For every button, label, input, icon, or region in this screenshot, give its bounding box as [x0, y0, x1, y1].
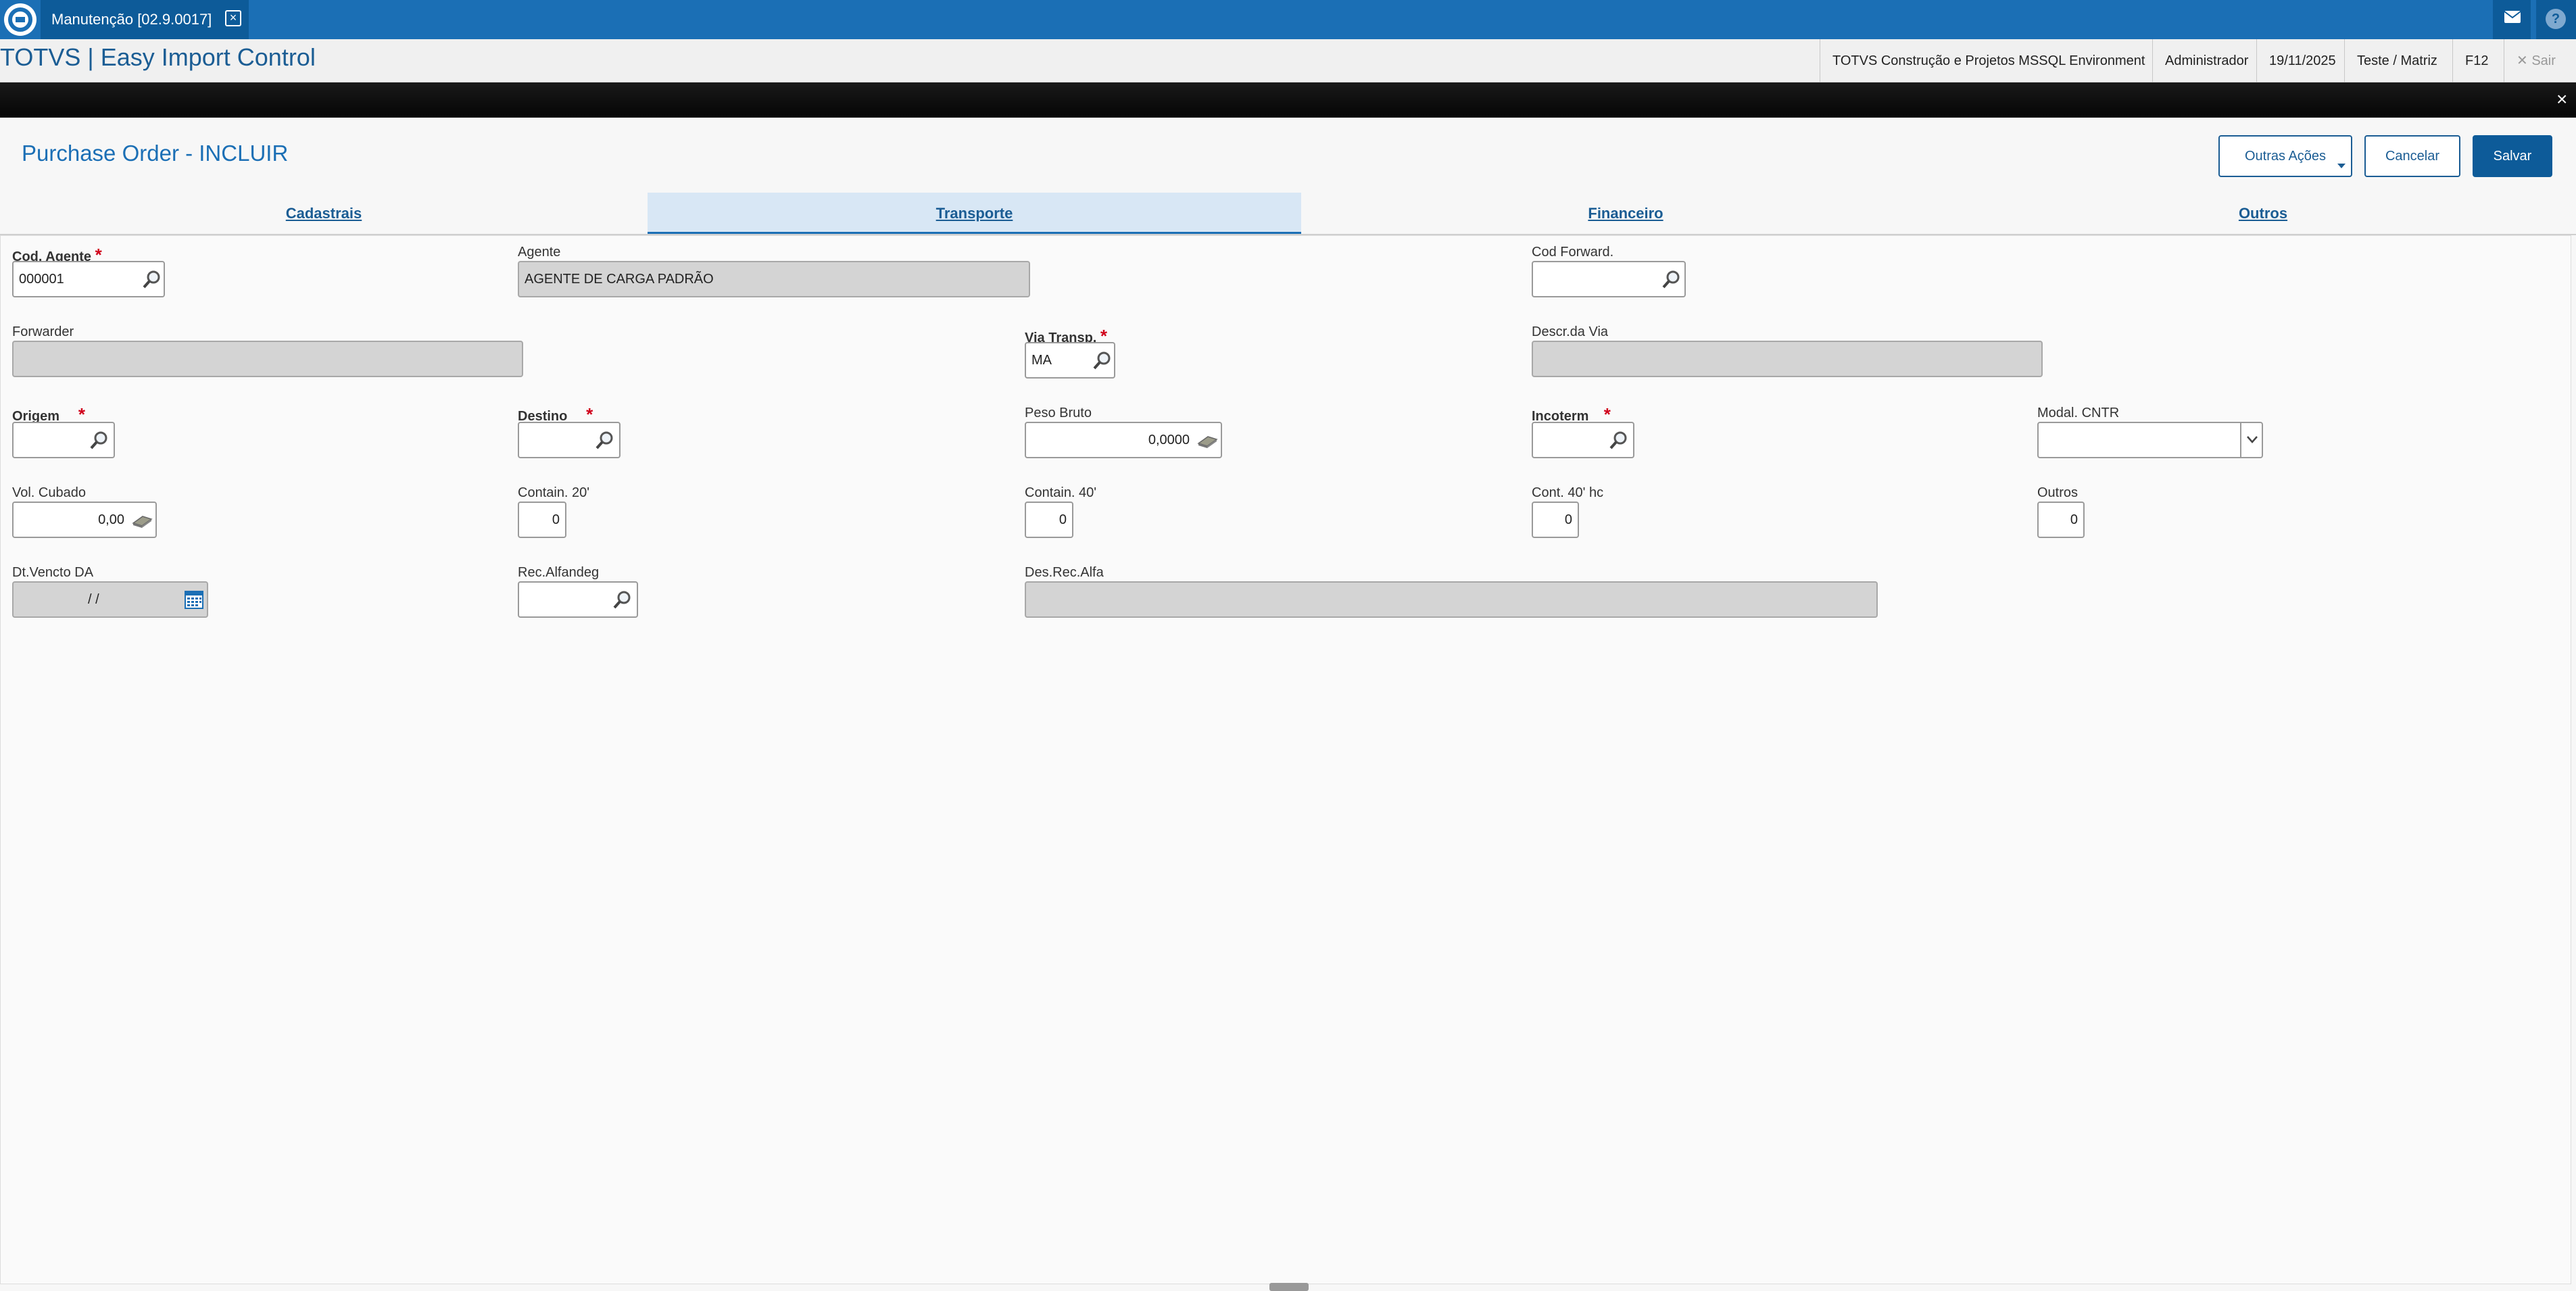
- form-panel: [0, 235, 2571, 1284]
- search-icon[interactable]: [595, 430, 615, 450]
- help-icon: ?: [2546, 9, 2566, 29]
- calendar-icon[interactable]: [184, 589, 204, 610]
- calculator-icon[interactable]: [131, 511, 153, 530]
- outros-label: Outros: [2037, 485, 2079, 500]
- modal-cntr-label: Modal. CNTR: [2037, 406, 2120, 420]
- dt-vencto-value: / /: [88, 592, 99, 607]
- destino-field[interactable]: [518, 422, 621, 458]
- top-bar: Manutenção [02.9.0017] × ?: [0, 0, 2576, 39]
- app-header: TOTVS | Easy Import Control TOTVS Constr…: [0, 39, 2576, 82]
- mail-button[interactable]: [2493, 0, 2531, 39]
- contain-40-label: Contain. 40': [1025, 485, 1097, 500]
- tab-financeiro[interactable]: Financeiro: [1301, 193, 1950, 235]
- search-icon[interactable]: [89, 430, 110, 450]
- search-icon[interactable]: [1609, 430, 1629, 450]
- search-icon[interactable]: [1661, 269, 1682, 289]
- window-tab[interactable]: Manutenção [02.9.0017]: [41, 0, 249, 39]
- via-transp-field[interactable]: MA: [1025, 342, 1115, 379]
- vol-cubado-value: 0,00: [98, 512, 124, 527]
- rec-alfandeg-field[interactable]: [518, 581, 638, 618]
- forwarder-label: Forwarder: [12, 324, 74, 339]
- cod-agente-value: 000001: [19, 272, 64, 287]
- environment-info[interactable]: TOTVS Construção e Projetos MSSQL Enviro…: [1820, 39, 2157, 82]
- date-info[interactable]: 19/11/2025: [2256, 39, 2348, 82]
- contain-40-field[interactable]: 0: [1025, 502, 1073, 538]
- resize-handle[interactable]: [1269, 1283, 1309, 1291]
- save-button[interactable]: Salvar: [2473, 135, 2552, 177]
- via-transp-value: MA: [1031, 353, 1052, 368]
- search-icon[interactable]: [142, 269, 162, 289]
- other-actions-button[interactable]: Outras Ações: [2218, 135, 2352, 177]
- cont-40hc-field[interactable]: 0: [1532, 502, 1579, 538]
- help-button[interactable]: ?: [2536, 0, 2576, 39]
- origem-field[interactable]: [12, 422, 115, 458]
- vol-cubado-field[interactable]: 0,00: [12, 502, 157, 538]
- exit-button[interactable]: ✕ Sair: [2504, 39, 2568, 82]
- page-title: Purchase Order - INCLUIR: [22, 141, 289, 166]
- caret-down-icon: [2337, 164, 2346, 168]
- incoterm-field[interactable]: [1532, 422, 1634, 458]
- peso-bruto-label: Peso Bruto: [1025, 406, 1092, 420]
- search-icon[interactable]: [1092, 350, 1113, 370]
- agente-field[interactable]: AGENTE DE CARGA PADRÃO: [518, 261, 1030, 297]
- agente-label: Agente: [518, 245, 561, 260]
- close-icon[interactable]: ×: [225, 10, 241, 26]
- dt-vencto-label: Dt.Vencto DA: [12, 565, 94, 580]
- rec-alfandeg-label: Rec.Alfandeg: [518, 565, 600, 580]
- branch-info[interactable]: Teste / Matriz: [2344, 39, 2450, 82]
- cod-forward-field[interactable]: [1532, 261, 1686, 297]
- peso-bruto-field[interactable]: 0,0000: [1025, 422, 1222, 458]
- shortcut-info[interactable]: F12: [2452, 39, 2500, 82]
- des-rec-alfa-field[interactable]: [1025, 581, 1878, 618]
- cancel-button[interactable]: Cancelar: [2364, 135, 2460, 177]
- chevron-down-icon: [2247, 436, 2258, 443]
- mail-icon: [2504, 11, 2521, 23]
- window-tab-label: Manutenção [02.9.0017]: [51, 11, 212, 28]
- forwarder-field[interactable]: [12, 341, 523, 377]
- cont-40hc-label: Cont. 40' hc: [1532, 485, 1604, 500]
- tab-outros[interactable]: Outros: [1950, 193, 2576, 235]
- dt-vencto-field[interactable]: / /: [12, 581, 208, 618]
- totvs-logo-icon[interactable]: [4, 3, 37, 36]
- user-info[interactable]: Administrador: [2152, 39, 2260, 82]
- other-actions-label: Outras Ações: [2244, 149, 2327, 164]
- cod-agente-field[interactable]: 000001: [12, 261, 165, 297]
- modal-cntr-select[interactable]: [2037, 422, 2263, 458]
- vol-cubado-label: Vol. Cubado: [12, 485, 86, 500]
- cod-forward-label: Cod Forward.: [1532, 245, 1614, 260]
- dialog-titlebar: [0, 82, 2576, 118]
- app-title: TOTVS | Easy Import Control: [0, 43, 316, 71]
- contain-20-label: Contain. 20': [518, 485, 590, 500]
- tab-cadastrais[interactable]: Cadastrais: [0, 193, 648, 235]
- descr-via-label: Descr.da Via: [1532, 324, 1609, 339]
- calculator-icon[interactable]: [1196, 431, 1218, 450]
- des-rec-alfa-label: Des.Rec.Alfa: [1025, 565, 1104, 580]
- close-icon[interactable]: ×: [2556, 89, 2567, 109]
- tab-transporte[interactable]: Transporte: [648, 193, 1301, 235]
- descr-via-field[interactable]: [1532, 341, 2043, 377]
- peso-bruto-value: 0,0000: [1148, 433, 1190, 447]
- contain-20-field[interactable]: 0: [518, 502, 566, 538]
- search-icon[interactable]: [612, 589, 633, 610]
- select-divider: [2240, 423, 2241, 457]
- outros-field[interactable]: 0: [2037, 502, 2085, 538]
